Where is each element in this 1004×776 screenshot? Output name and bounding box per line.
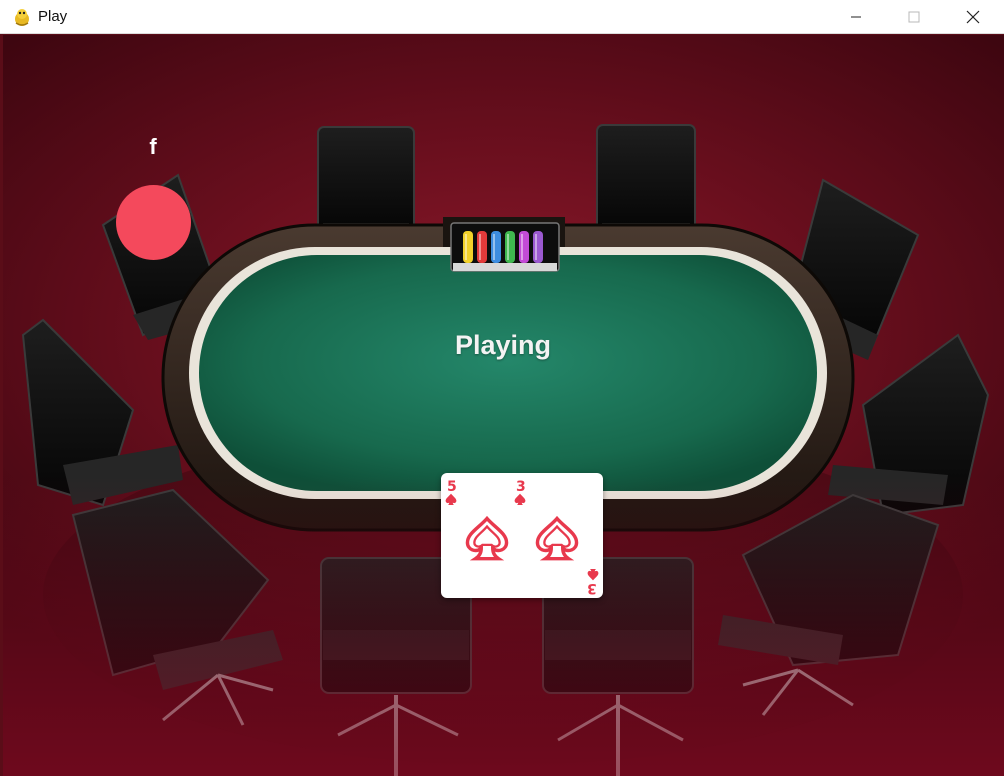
chip-highlight (535, 234, 537, 260)
window-title: Play (38, 8, 68, 25)
chip-highlight (521, 234, 523, 260)
chair-back-left (317, 126, 415, 237)
table-felt (199, 255, 817, 491)
minimize-button[interactable] (827, 0, 885, 34)
player-hand-card[interactable]: 5 3 3 (441, 473, 603, 598)
chip-highlight (493, 234, 495, 260)
window-titlebar: Play (0, 0, 1004, 34)
chip-highlight (479, 234, 481, 260)
chair-mid-left (21, 318, 183, 507)
maximize-icon (908, 11, 920, 23)
chip-stack (463, 231, 473, 263)
spade-icon (535, 515, 579, 561)
minimize-icon (851, 16, 861, 18)
card-left-rank: 5 (447, 479, 457, 495)
close-button[interactable] (944, 0, 1002, 34)
spade-icon (514, 493, 526, 505)
chip-stack (505, 231, 515, 263)
maximize-button[interactable] (885, 0, 943, 34)
chair-back-right (596, 124, 696, 237)
card-corner-rank-inverted: 3 (587, 580, 597, 596)
close-icon (966, 10, 980, 24)
pygame-snake-icon (15, 9, 29, 26)
player-marker[interactable] (116, 185, 191, 260)
chip-highlight (465, 234, 467, 260)
chip-stack (491, 231, 501, 263)
spade-icon (465, 515, 509, 561)
chip-stack (533, 231, 543, 263)
chip-stack (519, 231, 529, 263)
player-name-label: f (149, 134, 157, 159)
chip-highlight (507, 234, 509, 260)
game-canvas[interactable]: f Playing 5 3 3 (3, 35, 1004, 776)
spade-icon (445, 493, 457, 505)
game-status-text: Playing (454, 330, 552, 360)
card-right-rank: 3 (516, 479, 526, 495)
chip-stack (477, 231, 487, 263)
